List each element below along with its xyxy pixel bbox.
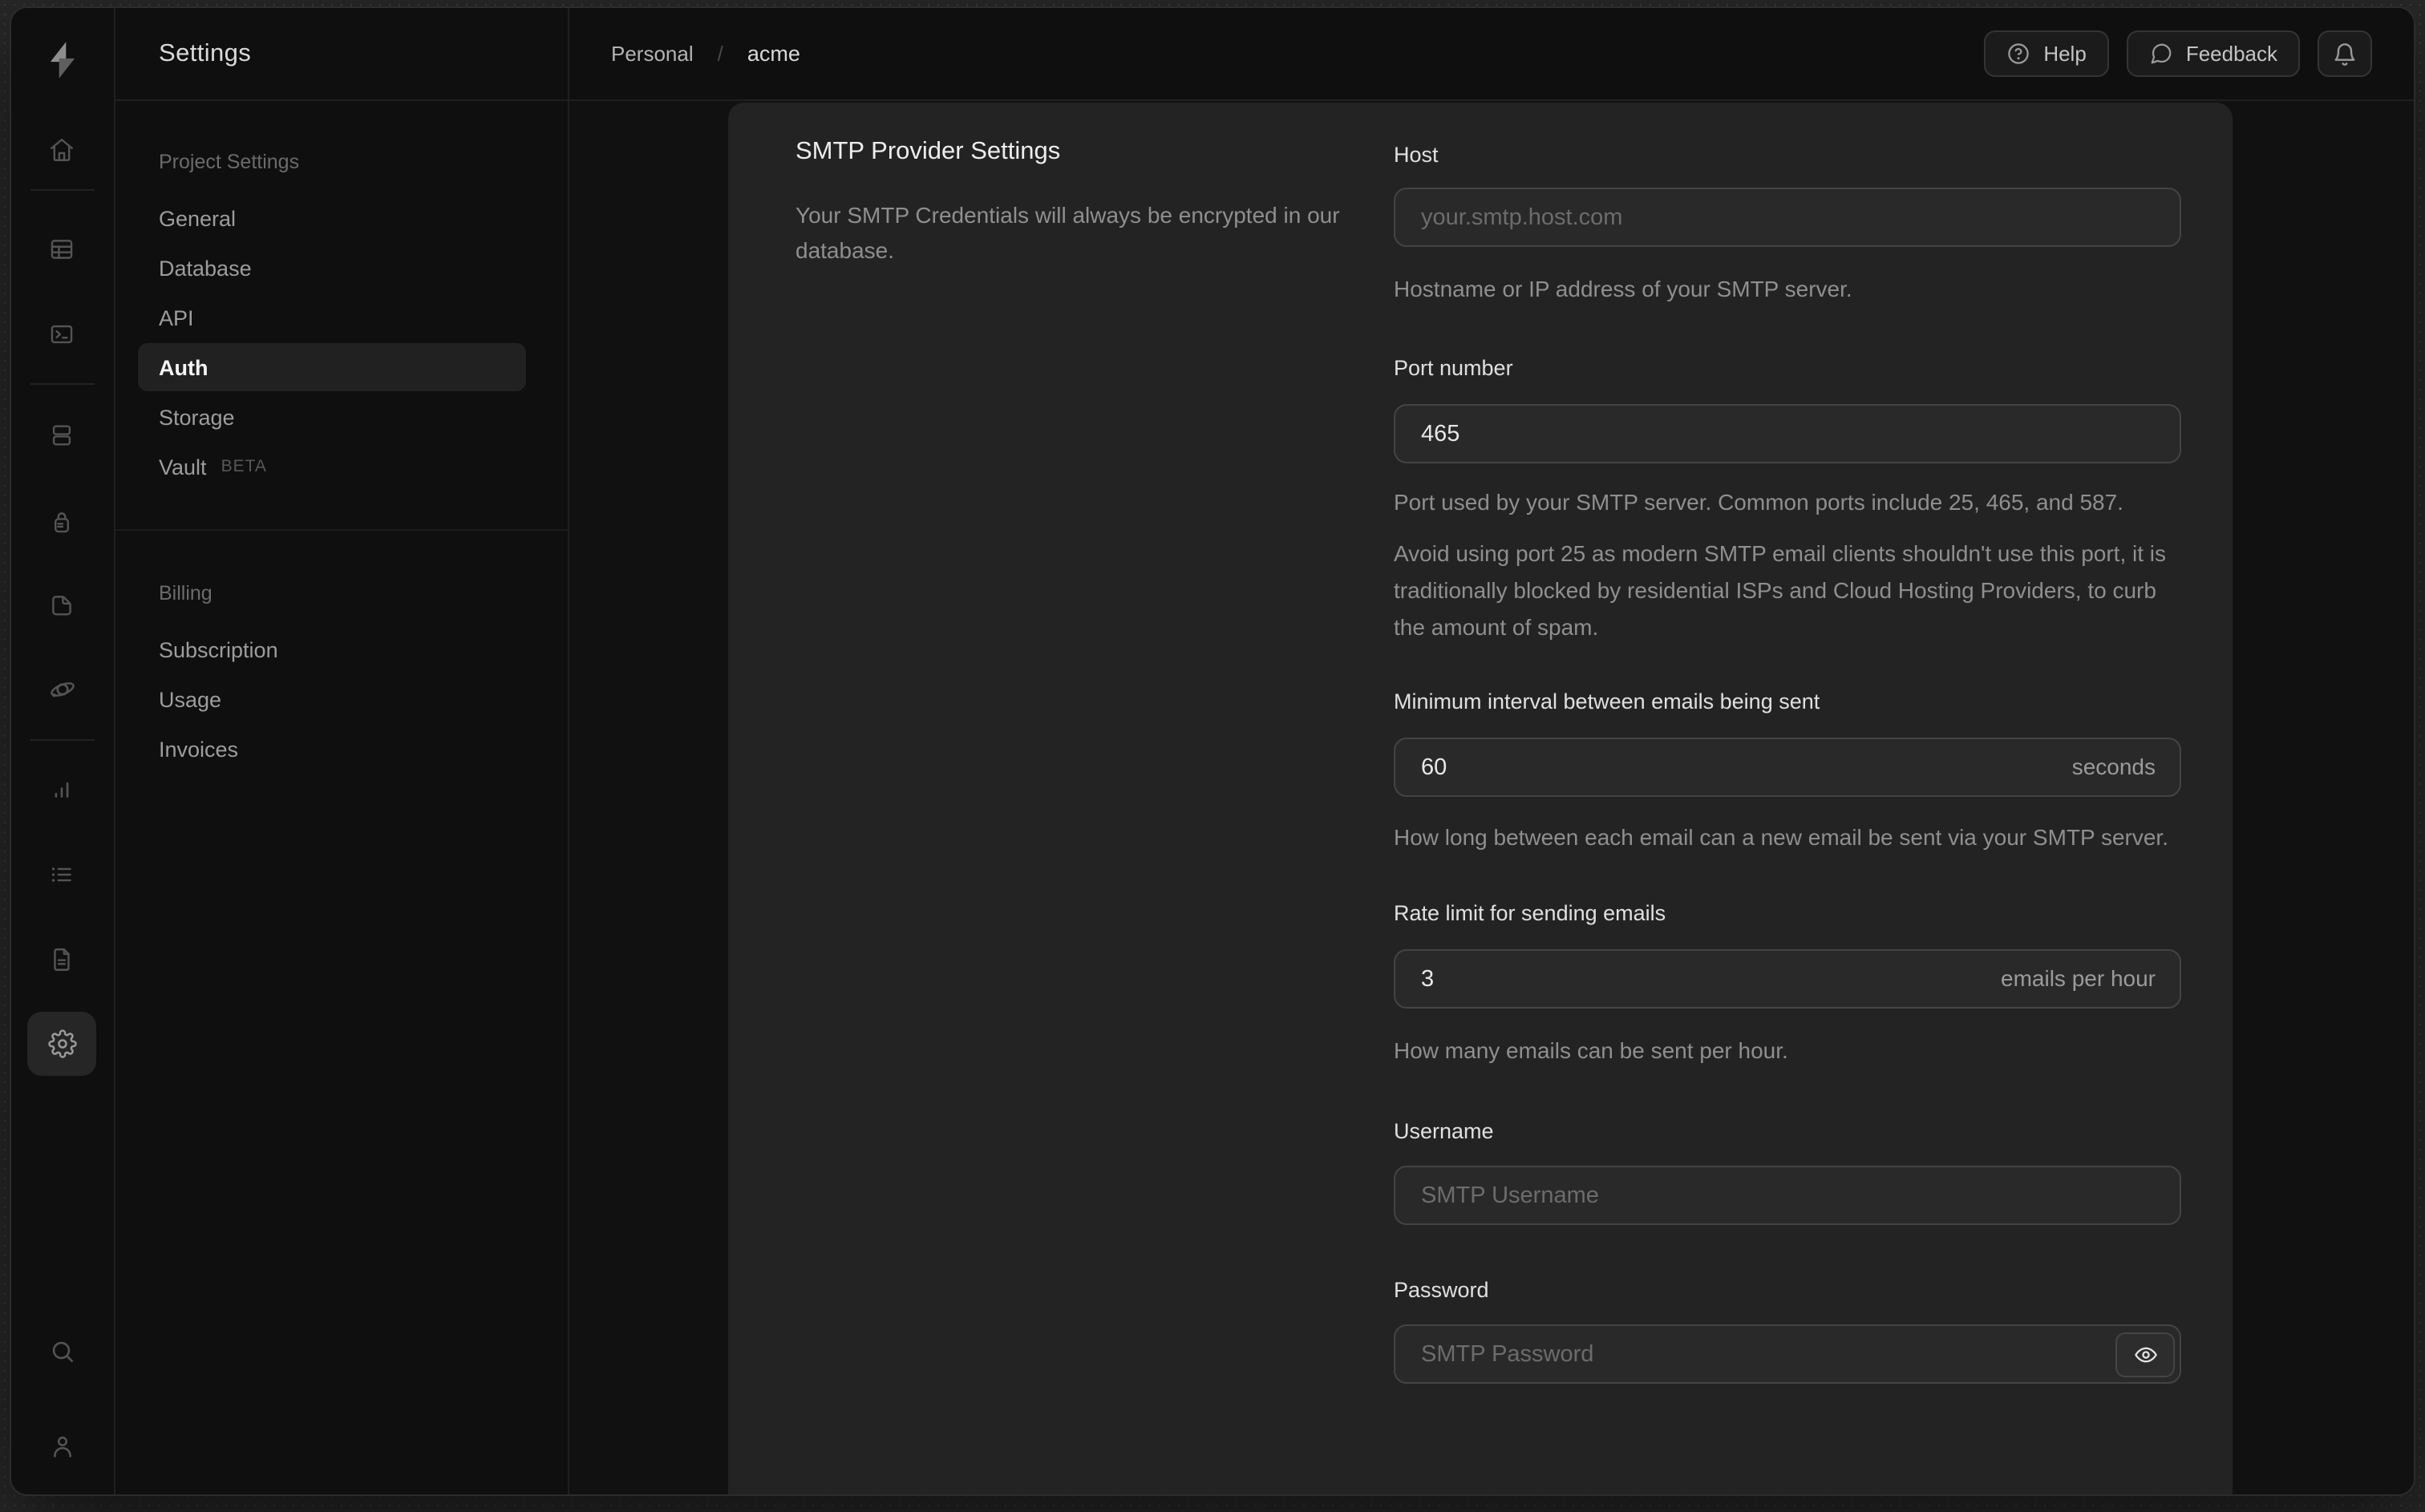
sidebar-item-api[interactable]: API: [138, 293, 526, 342]
sidebar-item-auth[interactable]: Auth: [138, 343, 526, 391]
rail-divider: [30, 383, 95, 385]
beta-badge: BETA: [221, 457, 267, 476]
rate-limit-label: Rate limit for sending emails: [1394, 901, 1666, 925]
settings-sidebar: Settings Project Settings General Databa…: [115, 8, 569, 1494]
file-text-icon: [54, 948, 70, 970]
home-icon: [51, 138, 73, 160]
interval-input[interactable]: [1394, 738, 2181, 797]
speech-bubble-icon: [2149, 42, 2173, 66]
port-input[interactable]: [1394, 404, 2181, 463]
rail-table-editor-button[interactable]: [11, 221, 112, 276]
rate-limit-input[interactable]: [1394, 949, 2181, 1009]
panel-description: Your SMTP Credentials will always be enc…: [796, 202, 1340, 262]
table-icon: [51, 239, 73, 258]
sidebar-item-usage[interactable]: Usage: [138, 675, 526, 723]
port-helper-1: Port used by your SMTP server. Common po…: [1394, 489, 2123, 515]
username-input[interactable]: [1394, 1166, 2181, 1225]
rail-storage-button[interactable]: [11, 577, 112, 632]
help-button[interactable]: Help: [1984, 30, 2109, 77]
user-icon: [53, 1436, 71, 1457]
sidebar-item-vault[interactable]: Vault BETA: [138, 443, 526, 491]
feedback-button[interactable]: Feedback: [2126, 30, 2300, 77]
rail-api-docs-button[interactable]: [11, 932, 112, 986]
gear-icon: [47, 1029, 76, 1058]
rail-user-button[interactable]: [11, 1419, 112, 1474]
smtp-settings-card: SMTP Provider Settings Your SMTP Credent…: [728, 103, 2233, 1494]
sidebar-header: Settings: [115, 8, 568, 101]
port-helper-2: Avoid using port 25 as modern SMTP email…: [1394, 540, 2167, 640]
breadcrumb-separator: /: [717, 42, 723, 66]
rail-edge-functions-button[interactable]: [11, 662, 112, 717]
content-area: SMTP Provider Settings Your SMTP Credent…: [569, 101, 2414, 1494]
rail-logs-button[interactable]: [11, 847, 112, 901]
port-label: Port number: [1394, 356, 1513, 380]
sidebar-item-general[interactable]: General: [138, 194, 526, 242]
supabase-bolt-icon: [49, 41, 75, 78]
rail-database-button[interactable]: [11, 407, 112, 462]
interval-helper: How long between each email can a new em…: [1394, 824, 2168, 850]
storage-folder-icon: [52, 595, 71, 615]
breadcrumb-project[interactable]: acme: [747, 42, 800, 66]
search-icon: [51, 1341, 72, 1362]
bell-icon: [2332, 41, 2358, 67]
terminal-icon: [51, 324, 73, 343]
sidebar-title: Settings: [159, 39, 252, 67]
breadcrumb-org[interactable]: Personal: [611, 42, 694, 66]
sidebar-item-database[interactable]: Database: [138, 244, 526, 292]
sidebar-item-invoices[interactable]: Invoices: [138, 725, 526, 773]
nav-rail: [11, 8, 115, 1494]
rail-settings-button[interactable]: [27, 1012, 96, 1076]
orbit-icon: [50, 682, 74, 697]
sidebar-item-storage[interactable]: Storage: [138, 393, 526, 441]
rail-home-button[interactable]: [11, 122, 112, 176]
rail-divider: [30, 189, 95, 191]
rail-divider: [30, 739, 95, 741]
supabase-logo[interactable]: [11, 35, 112, 83]
toggle-password-visibility-button[interactable]: [2115, 1332, 2175, 1377]
sidebar-item-subscription[interactable]: Subscription: [138, 625, 526, 673]
rail-reports-button[interactable]: [11, 762, 112, 816]
password-input[interactable]: [1394, 1324, 2181, 1384]
section-heading-project-settings: Project Settings: [159, 151, 300, 173]
username-label: Username: [1394, 1119, 1494, 1143]
help-circle-icon: [2006, 42, 2030, 66]
host-input[interactable]: [1394, 188, 2181, 247]
panel-title: SMTP Provider Settings: [796, 138, 1061, 165]
sidebar-divider: [115, 529, 568, 531]
eye-icon: [2134, 1347, 2156, 1363]
host-label: Host: [1394, 143, 1439, 167]
database-icon: [52, 424, 71, 445]
list-icon: [51, 867, 71, 881]
section-heading-billing: Billing: [159, 582, 213, 604]
rail-auth-button[interactable]: [11, 494, 112, 548]
rail-search-button[interactable]: [11, 1324, 112, 1379]
host-helper: Hostname or IP address of your SMTP serv…: [1394, 276, 1852, 301]
bar-chart-icon: [55, 781, 69, 797]
app-window: Settings Project Settings General Databa…: [11, 8, 2414, 1494]
notifications-button[interactable]: [2318, 30, 2372, 77]
interval-label: Minimum interval between emails being se…: [1394, 689, 1820, 714]
rate-limit-helper: How many emails can be sent per hour.: [1394, 1037, 1788, 1063]
lock-icon: [55, 511, 69, 532]
top-bar: Personal / acme Help Feedback: [569, 8, 2414, 101]
rail-sql-editor-button[interactable]: [11, 306, 112, 361]
password-label: Password: [1394, 1278, 1489, 1302]
